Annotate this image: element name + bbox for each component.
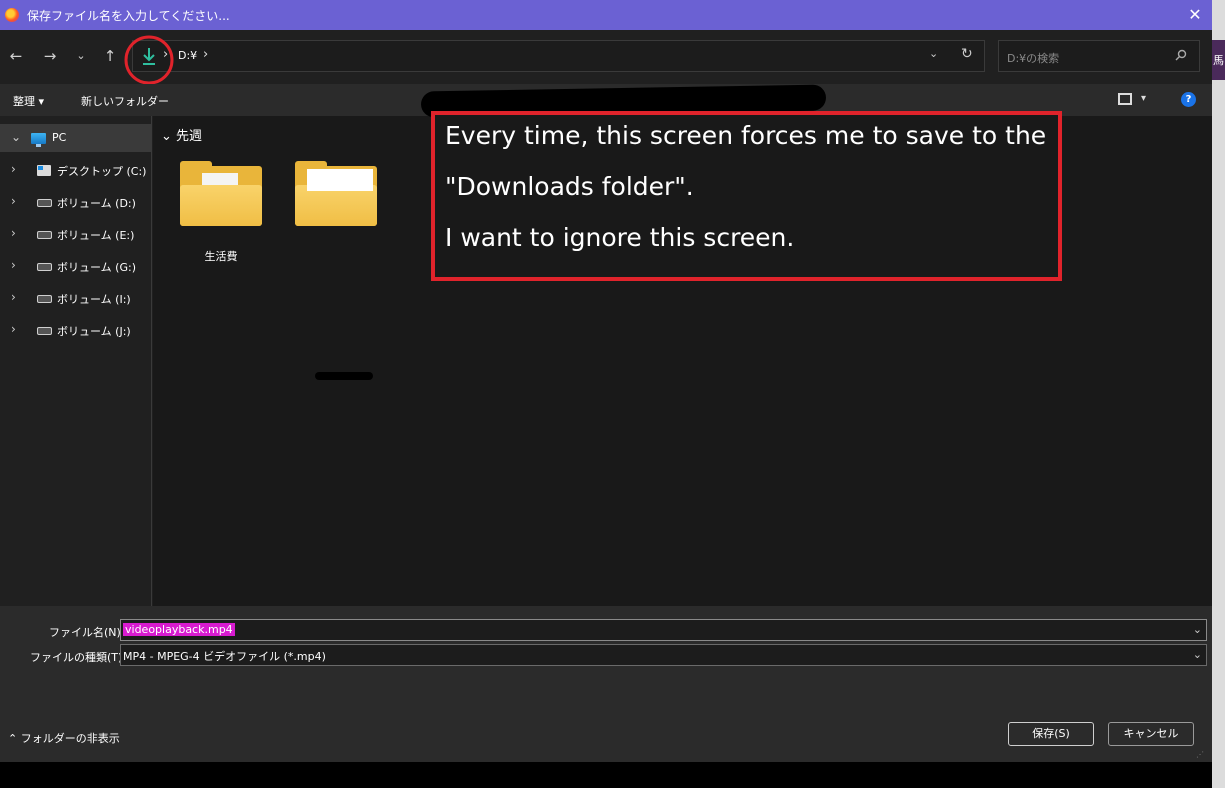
chevron-right-icon[interactable]: › (11, 322, 16, 336)
system-drive-icon (37, 165, 51, 176)
group-header[interactable]: ⌄ 先週 (161, 125, 202, 144)
folder-item[interactable] (292, 161, 380, 231)
chevron-right-icon[interactable]: › (11, 226, 16, 240)
view-dropdown-icon[interactable]: ▾ (1141, 93, 1146, 104)
search-input[interactable]: D:¥の検索 (998, 40, 1200, 72)
breadcrumb-drive[interactable]: D:¥ (178, 49, 197, 62)
filetype-select[interactable]: MP4 - MPEG-4 ビデオファイル (*.mp4) ⌄ (120, 644, 1207, 666)
chevron-down-icon: ⌄ (161, 129, 177, 144)
folder-icon (295, 185, 377, 226)
save-form: ファイル名(N): videoplayback.mp4 ⌄ ファイルの種類(T)… (0, 606, 1212, 762)
filename-label: ファイル名(N): (49, 626, 125, 639)
filename-value: videoplayback.mp4 (123, 623, 235, 636)
save-file-dialog: 保存ファイル名を入力してください... ✕ ← → ⌄ ↑ › D:¥ › ⌄ … (0, 0, 1212, 762)
background-window-edge: 馬 (1212, 0, 1225, 788)
view-mode-icon[interactable] (1118, 93, 1132, 105)
sidebar-item-label: ボリューム (G:) (57, 261, 136, 274)
chevron-down-icon[interactable]: ⌄ (11, 130, 21, 144)
drive-icon (37, 263, 52, 271)
help-icon[interactable]: ? (1181, 92, 1196, 107)
drive-icon (37, 327, 52, 335)
sidebar-item-desktop-c[interactable]: › デスクトップ (C:) (0, 156, 151, 184)
filetype-label: ファイルの種類(T): (30, 651, 127, 664)
back-icon[interactable]: ← (6, 46, 26, 66)
sidebar-item-volume-e[interactable]: › ボリューム (E:) (0, 220, 151, 248)
group-header-label: 先週 (176, 129, 203, 144)
background-window-glyph: 馬 (1213, 54, 1224, 67)
refresh-icon[interactable]: ↻ (961, 46, 973, 62)
annotation-line: Every time, this screen forces me to sav… (445, 121, 1047, 150)
pc-icon (31, 133, 46, 147)
address-bar[interactable]: › D:¥ › ⌄ ↻ (132, 40, 985, 72)
search-placeholder: D:¥の検索 (1007, 52, 1060, 65)
address-dropdown-icon[interactable]: ⌄ (929, 47, 938, 60)
dialog-title: 保存ファイル名を入力してください... (27, 8, 230, 23)
folder-item[interactable] (177, 161, 265, 231)
file-list: ⌄ 先週 生活費 Every time, this screen forces … (153, 84, 1212, 606)
chevron-right-icon[interactable]: › (11, 162, 16, 176)
sidebar-item-pc[interactable]: ⌄ PC (0, 124, 151, 152)
cancel-button[interactable]: キャンセル (1108, 722, 1194, 746)
sidebar-item-volume-j[interactable]: › ボリューム (J:) (0, 316, 151, 344)
folder-icon (180, 185, 262, 226)
sidebar-item-label: デスクトップ (C:) (57, 165, 147, 178)
address-row: ← → ⌄ ↑ › D:¥ › ⌄ ↻ D:¥の検索 (0, 30, 1212, 85)
sidebar-item-volume-d[interactable]: › ボリューム (D:) (0, 188, 151, 216)
drive-icon (37, 231, 52, 239)
hide-folders-label: フォルダーの非表示 (20, 732, 120, 745)
filename-field[interactable]: videoplayback.mp4 ⌄ (120, 619, 1207, 641)
organize-button[interactable]: 整理 ▾ (13, 93, 44, 109)
hide-folders-toggle[interactable]: ⌃ フォルダーの非表示 (8, 730, 120, 746)
sidebar-item-label: PC (52, 131, 67, 144)
sidebar-item-volume-i[interactable]: › ボリューム (I:) (0, 284, 151, 312)
close-button[interactable]: ✕ (1184, 4, 1206, 26)
firefox-icon (5, 8, 19, 22)
up-icon[interactable]: ↑ (100, 46, 120, 66)
redacted-folder-label (315, 372, 373, 380)
resize-grip-icon[interactable]: ⋰ (1196, 750, 1206, 760)
annotation-box: Every time, this screen forces me to sav… (431, 111, 1062, 281)
redaction-patch (307, 169, 373, 191)
chevron-up-icon: ⌃ (8, 732, 21, 745)
annotation-line: "Downloads folder". (445, 172, 694, 201)
folder-label: 生活費 (204, 250, 238, 263)
chevron-down-icon[interactable]: ⌄ (1193, 623, 1202, 636)
breadcrumb-separator-icon[interactable]: › (203, 47, 208, 62)
chevron-right-icon[interactable]: › (11, 258, 16, 272)
sidebar-item-volume-g[interactable]: › ボリューム (G:) (0, 252, 151, 280)
save-button[interactable]: 保存(S) (1008, 722, 1094, 746)
desktop-background (0, 762, 1212, 788)
navigation-pane: ⌄ PC › デスクトップ (C:) › ボリューム (D:) › ボリューム … (0, 116, 152, 606)
drive-icon (37, 295, 52, 303)
new-folder-button[interactable]: 新しいフォルダー (81, 93, 169, 109)
drive-icon (37, 199, 52, 207)
sidebar-item-label: ボリューム (E:) (57, 229, 135, 242)
sidebar-item-label: ボリューム (D:) (57, 197, 136, 210)
chevron-right-icon[interactable]: › (11, 290, 16, 304)
annotation-line: I want to ignore this screen. (445, 223, 795, 252)
forward-icon[interactable]: → (40, 46, 60, 66)
red-circle-annotation (124, 35, 174, 85)
filetype-value: MP4 - MPEG-4 ビデオファイル (*.mp4) (123, 650, 326, 663)
sidebar-item-label: ボリューム (J:) (57, 325, 131, 338)
recent-dropdown-icon[interactable]: ⌄ (71, 46, 91, 66)
search-icon (1175, 49, 1187, 61)
title-bar: 保存ファイル名を入力してください... ✕ (0, 0, 1212, 30)
sidebar-item-label: ボリューム (I:) (57, 293, 131, 306)
chevron-right-icon[interactable]: › (11, 194, 16, 208)
chevron-down-icon[interactable]: ⌄ (1193, 648, 1202, 661)
